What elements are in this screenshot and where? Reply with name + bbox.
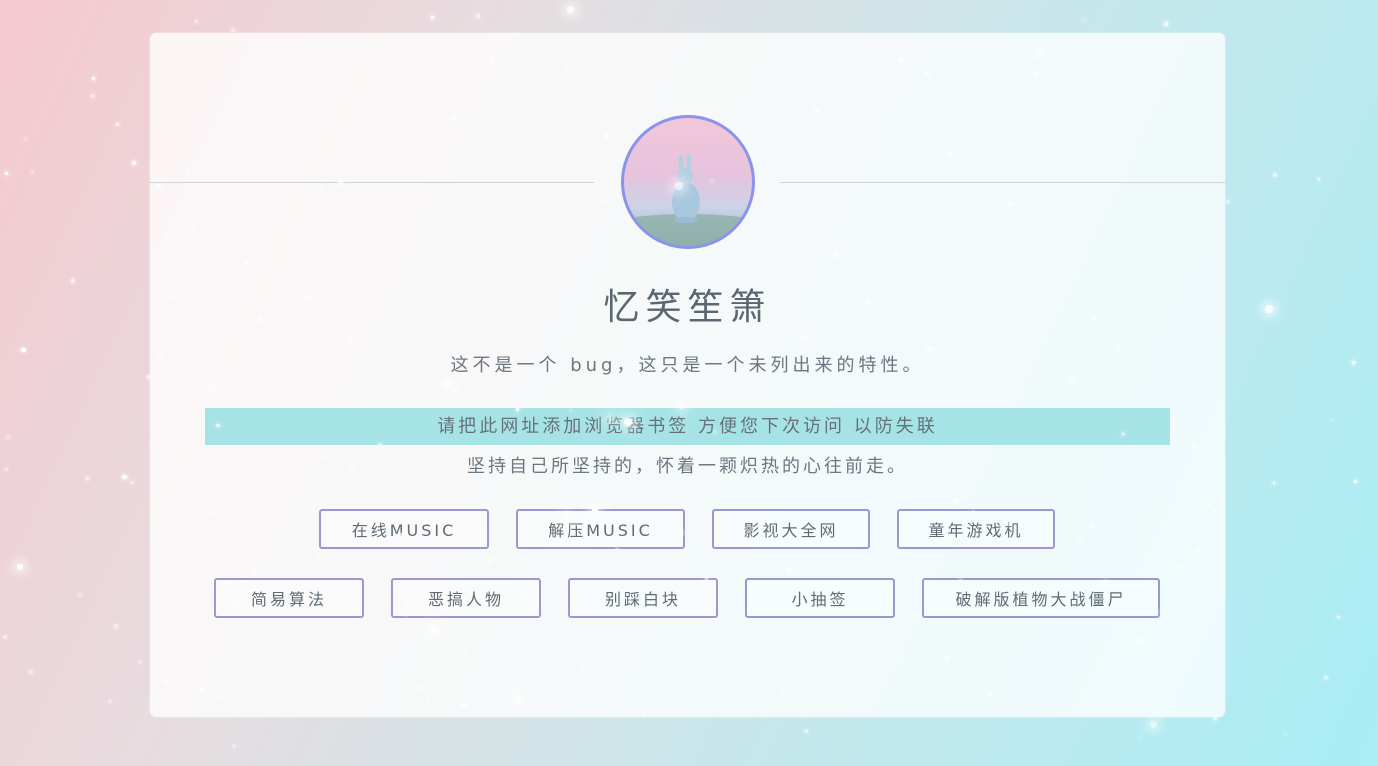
sparkle-dot xyxy=(1318,177,1321,180)
lottery-draw-button[interactable]: 小抽签 xyxy=(745,578,895,618)
sparkle-dot xyxy=(31,171,34,173)
sparkle-dot xyxy=(17,564,23,570)
slogan-text: 坚持自己所坚持的，怀着一颗炽热的心往前走。 xyxy=(467,456,908,477)
sparkle-dot xyxy=(131,481,133,483)
sparkle-dot xyxy=(230,28,235,33)
relax-music-button[interactable]: 解压MUSIC xyxy=(516,509,685,549)
sparkle-dot xyxy=(91,77,95,81)
sparkle-dot xyxy=(1284,733,1287,735)
sparkle-dot xyxy=(86,476,90,480)
sparkle-dot xyxy=(195,20,199,24)
sparkle-dot xyxy=(1082,18,1085,21)
sparkle-dot xyxy=(1337,615,1340,619)
sparkle-dot xyxy=(138,660,141,663)
sparkle-dot xyxy=(21,347,26,352)
sparkle-dot xyxy=(233,745,236,748)
sparkle-dot xyxy=(1226,199,1230,204)
sparkle-dot xyxy=(132,160,137,165)
sparkle-dot xyxy=(29,670,33,674)
sparkle-dot xyxy=(7,436,9,439)
rabbit-avatar-image xyxy=(624,154,752,246)
avatar xyxy=(621,115,755,249)
sparkle-dot xyxy=(476,13,480,18)
sparkle-dot xyxy=(79,594,82,597)
sparkle-dot xyxy=(1265,305,1274,314)
profile-card: 忆笑笙箫 这不是一个 bug，这只是一个未列出来的特性。 请把此网址添加浏览器书… xyxy=(150,33,1225,717)
sparkle-dot xyxy=(1330,419,1333,422)
sparkle-dot xyxy=(1324,675,1329,680)
sparkle-dot xyxy=(4,171,8,176)
sparkle-dot xyxy=(1164,21,1168,26)
sparkle-dot xyxy=(24,138,27,140)
sparkle-dot xyxy=(113,624,118,629)
page-title: 忆笑笙箫 xyxy=(603,287,772,328)
sparkle-dot xyxy=(90,94,94,98)
online-music-button[interactable]: 在线MUSIC xyxy=(319,509,489,549)
sparkle-dot xyxy=(430,16,434,20)
divider-left xyxy=(150,182,594,183)
sparkle-dot xyxy=(1354,480,1358,484)
sparkle-dot xyxy=(116,123,120,127)
sparkle-dot xyxy=(1273,173,1277,177)
sparkle-dot xyxy=(1213,716,1217,721)
sparkle-dot xyxy=(5,468,8,472)
motto-text: 这不是一个 bug，这只是一个未列出来的特性。 xyxy=(450,355,925,376)
divider-right xyxy=(780,182,1225,183)
sparkle-dot xyxy=(108,700,112,703)
sparkle-dot xyxy=(4,636,7,639)
prank-characters-button[interactable]: 恶搞人物 xyxy=(391,578,541,618)
plants-vs-zombies-button[interactable]: 破解版植物大战僵尸 xyxy=(922,578,1160,618)
sparkle-dot xyxy=(804,729,809,733)
sparkle-dot xyxy=(1139,736,1142,739)
bookmark-notice: 请把此网址添加浏览器书签 方便您下次访问 以防失联 xyxy=(205,408,1170,445)
movies-button[interactable]: 影视大全网 xyxy=(712,509,870,549)
simple-algorithm-button[interactable]: 简易算法 xyxy=(214,578,364,618)
sparkle-dot xyxy=(122,475,127,480)
sparkle-dot xyxy=(1149,721,1157,729)
sparkle-dot xyxy=(70,279,75,283)
retro-games-button[interactable]: 童年游戏机 xyxy=(897,509,1055,549)
sparkle-dot xyxy=(1352,361,1355,364)
dont-tap-white-tile-button[interactable]: 别踩白块 xyxy=(568,578,718,618)
sparkle-dot xyxy=(567,6,575,14)
sparkle-dot xyxy=(1272,481,1275,484)
